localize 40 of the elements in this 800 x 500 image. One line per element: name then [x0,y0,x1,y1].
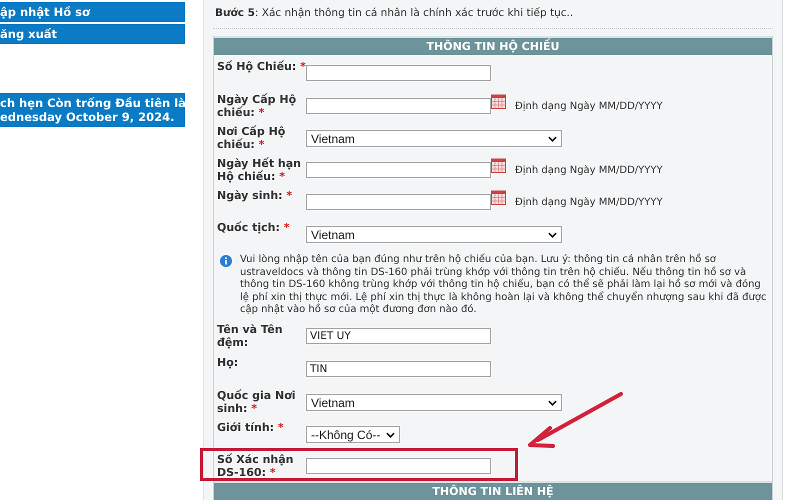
field-label: Quốc gia Nơi sinh: * [217,388,297,415]
calendar-icon[interactable] [491,94,506,108]
field-label: Ngày Cấp Hộ chiếu: * [217,92,298,119]
chevron-down-icon [386,432,395,438]
input-field[interactable]: TIN [306,361,491,377]
date-format-hint: Định dạng Ngày MM/DD/YYYY [515,164,663,176]
info-note: Vui lòng nhập tên của bạn đúng như trên hộ chiếu của bạn. Lưu ý: thông tin cá nhân trên hồ sơ ustraveldocs và thông tin DS-160 phải trùng khớp với thông tin trên hộ chiếu. Nếu thông tin hồ sơ và thông tin DS-160 không trùng khớp với thông tin hộ chiếu, bạn có thể sẽ phải làm lại hồ sơ mới và đóng lệ phí xin thị thực mới. Lệ phí xin thị thực là không hoàn lại và không thể chuyển nhượng sau khi đã được cập nhật vào hồ sơ của một đương đơn nào đó. [240,254,768,316]
field-label: Giới tính: * [217,420,285,434]
chevron-down-icon [548,232,557,238]
step-instruction: Bước 5: Xác nhận thông tin cá nhân là chính xác trước khi tiếp tục.. [214,6,574,19]
appointment-banner: ch hẹn Còn trống Đầu tiên là ednesday October 9, 2024. [0,93,185,127]
date-format-hint: Định dạng Ngày MM/DD/YYYY [515,100,663,112]
field-label: Tên và Tên đệm: [217,322,284,349]
dropdown[interactable]: --Không Có-- [306,426,400,443]
input-field[interactable] [306,194,491,210]
chevron-down-icon [548,136,557,142]
calendar-icon[interactable] [491,158,506,172]
input-field[interactable] [306,98,491,114]
info-icon [220,255,232,267]
dropdown[interactable]: Vietnam [306,394,562,411]
field-label: Ngày Hết hạn Hộ chiếu: * [217,156,302,183]
calendar-icon[interactable] [491,190,506,204]
sidebar-menu-item[interactable]: ập nhật Hồ sơ [0,2,185,22]
date-format-hint: Định dạng Ngày MM/DD/YYYY [515,196,663,208]
section-header: THÔNG TIN HỘ CHIẾU [214,36,772,55]
dropdown[interactable]: Vietnam [306,130,562,147]
field-label: Ngày sinh: * [217,188,294,202]
section-header: THÔNG TIN LIÊN HỆ [214,481,772,500]
field-label: Họ: [217,355,240,369]
sidebar-menu-item[interactable]: ăng xuất [0,24,185,44]
input-field[interactable] [306,162,491,178]
dropdown[interactable]: Vietnam [306,226,562,243]
input-field[interactable] [306,65,491,81]
chevron-down-icon [548,400,557,406]
field-label: Nơi Cấp Hộ chiếu: * [217,124,286,151]
field-label: Số Xác nhận DS-160: * [217,452,294,479]
field-label: Quốc tịch: * [217,220,290,234]
input-field[interactable]: VIET UY [306,328,491,344]
field-label: Số Hộ Chiếu: * [217,59,306,73]
input-field[interactable] [306,458,491,474]
